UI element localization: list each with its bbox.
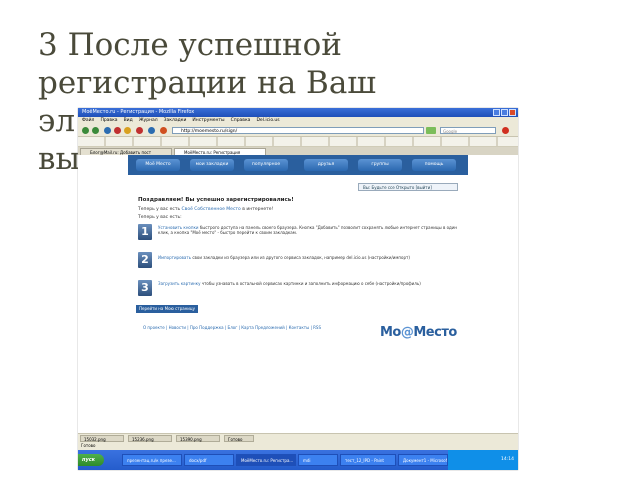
step-description: чтобы узнавать в остальной сервисах карт…	[201, 281, 421, 286]
go-button[interactable]	[426, 127, 436, 134]
tab[interactable]: Блог@Mail.ru: Добавить пост	[80, 148, 172, 155]
addon-icon[interactable]	[160, 127, 167, 134]
site-nav-item[interactable]: группы	[358, 159, 402, 171]
browser-screenshot: МоёМесто.ru - Регистрация - Mozilla Fire…	[78, 108, 518, 470]
menu-item[interactable]: Del.icio.us	[256, 117, 279, 125]
menu-item[interactable]: Справка	[231, 117, 251, 125]
taskbar-item[interactable]: docx/pdf	[184, 454, 234, 466]
congrats-heading: Поздравляем! Вы успешно зарегистрировали…	[138, 197, 294, 203]
go-to-my-page-button[interactable]: Перейти на Мою страницу	[136, 305, 198, 313]
step-description: быстрого доступа на панель своего браузе…	[158, 225, 458, 235]
step-description: свои закладки из браузера или из другого…	[192, 255, 410, 260]
site-navigation: Моё Место мои закладки популярное друзья…	[128, 155, 468, 175]
close-button[interactable]	[509, 109, 516, 116]
search-input[interactable]: Google	[440, 127, 496, 134]
bookmark-icon[interactable]	[136, 127, 143, 134]
step-text: Установить кнопки быстрого доступа на па…	[158, 225, 458, 235]
navigation-toolbar: http://moemesto.ru/sign/ Google	[78, 125, 518, 137]
download-item[interactable]: Готово	[224, 435, 254, 442]
window-titlebar: МоёМесто.ru - Регистрация - Mozilla Fire…	[78, 108, 518, 117]
site-nav-item[interactable]: друзья	[304, 159, 348, 171]
step-link[interactable]: Импортировать	[158, 255, 191, 260]
download-item[interactable]: 15032.png	[80, 435, 124, 442]
download-item[interactable]: 15390.png	[176, 435, 220, 442]
system-tray: 14:14	[448, 450, 518, 470]
window-title: МоёМесто.ru - Регистрация - Mozilla Fire…	[82, 109, 195, 115]
slide-title-line: вы	[38, 141, 81, 177]
minimize-button[interactable]	[493, 109, 500, 116]
taskbar-item[interactable]: тест_12_IPD - Paint	[340, 454, 396, 466]
site-nav-item[interactable]: Моё Место	[136, 159, 180, 171]
logo-text: Мо	[380, 325, 401, 340]
logo-text: Место	[413, 325, 457, 340]
download-item[interactable]: 15236.png	[128, 435, 172, 442]
menu-bar: Файл Правка Вид Журнал Закладки Инструме…	[78, 117, 518, 125]
site-nav-item[interactable]: популярное	[244, 159, 288, 171]
stop-icon[interactable]	[114, 127, 121, 134]
slide-title-line: регистрации на Ваш	[38, 65, 377, 101]
footer-links[interactable]: О проекте | Новости | Про Поддержка | Бл…	[143, 325, 321, 330]
step-text: Загрузить картинку чтобы узнавать в оста…	[158, 281, 458, 286]
have-place-prefix: Теперь у вас есть	[138, 207, 181, 212]
status-bar: Готово	[78, 442, 518, 450]
address-bar[interactable]: http://moemesto.ru/sign/	[172, 127, 424, 134]
menu-item[interactable]: Правка	[100, 117, 117, 125]
taskbar: пуск презентац.ru/к презе... docx/pdf Мо…	[78, 450, 518, 470]
home-icon[interactable]	[124, 127, 131, 134]
menu-item[interactable]: Закладки	[164, 117, 187, 125]
site-logo: Мо@Место	[380, 325, 457, 340]
menu-item[interactable]: Инструменты	[192, 117, 224, 125]
logo-at: @	[400, 325, 414, 340]
site-nav-item[interactable]: помощь	[412, 159, 456, 171]
can-do-label: Теперь у вас есть:	[138, 215, 182, 220]
step-text: Импортировать свои закладки из браузера …	[158, 255, 458, 260]
user-bar[interactable]: Вы: Будьте ссе Открыто [выйти]	[358, 183, 458, 191]
back-icon[interactable]	[82, 127, 89, 134]
site-nav-item[interactable]: мои закладки	[190, 159, 234, 171]
page-content: Вы: Будьте ссе Открыто [выйти] Поздравля…	[128, 175, 468, 375]
window-controls	[493, 109, 516, 116]
step-number: 3	[138, 280, 152, 296]
addon-icon[interactable]	[148, 127, 155, 134]
clock: 14:14	[501, 457, 514, 462]
step-link[interactable]: Загрузить картинку	[158, 281, 200, 286]
tab-active[interactable]: МоёМесто.ru: Регистрация	[174, 148, 266, 155]
forward-icon[interactable]	[92, 127, 99, 134]
start-button[interactable]: пуск	[78, 454, 104, 466]
menu-item[interactable]: Файл	[82, 117, 94, 125]
taskbar-item[interactable]: mdi	[298, 454, 338, 466]
taskbar-item[interactable]: Документ1 - Microsoft...	[398, 454, 448, 466]
slide-title-line: эл	[38, 103, 76, 139]
taskbar-item[interactable]: презентац.ru/к презе...	[122, 454, 182, 466]
reload-icon[interactable]	[104, 127, 111, 134]
addon-icon[interactable]	[502, 127, 509, 134]
blank-area	[78, 375, 518, 433]
have-place-line: Теперь у вас есть Своё Собственное Место…	[138, 207, 273, 212]
maximize-button[interactable]	[501, 109, 508, 116]
step-number: 2	[138, 252, 152, 268]
menu-item[interactable]: Журнал	[139, 117, 158, 125]
have-place-suffix: в интернете!	[242, 207, 274, 212]
have-place-link[interactable]: Своё Собственное Место	[182, 207, 241, 212]
toolbar-buttons[interactable]	[78, 137, 518, 146]
tab-strip: Блог@Mail.ru: Добавить пост МоёМесто.ru:…	[78, 147, 518, 155]
step-number: 1	[138, 224, 152, 240]
bookmarks-toolbar	[78, 137, 518, 147]
menu-item[interactable]: Вид	[124, 117, 133, 125]
slide-title-line: 3 После успешной	[38, 27, 342, 63]
taskbar-item[interactable]: МоёМесто.ru: Регистра...	[236, 454, 296, 466]
